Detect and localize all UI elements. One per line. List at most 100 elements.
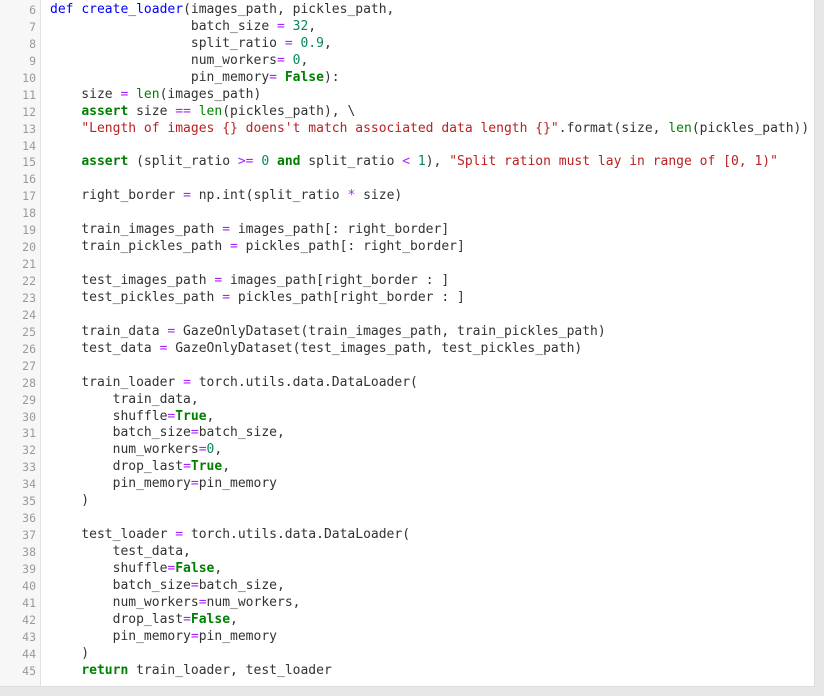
code-token: num_workers bbox=[50, 52, 277, 68]
code-token: = bbox=[276, 52, 285, 68]
code-token: = bbox=[276, 18, 285, 34]
code-token: test_data bbox=[50, 340, 160, 356]
code-token: drop_last bbox=[50, 459, 184, 475]
code-line[interactable]: 22 test_images_path = images_path[right_… bbox=[0, 273, 814, 290]
code-token: batch_size bbox=[50, 425, 191, 441]
code-token: pin_memory bbox=[198, 628, 277, 644]
code-token: train_pickles_path bbox=[50, 239, 231, 255]
code-line[interactable]: 18 bbox=[0, 205, 814, 222]
line-code: test_data = GazeOnlyDataset(test_images_… bbox=[50, 341, 582, 358]
line-code: pin_memory= False): bbox=[50, 70, 340, 87]
code-token: "Length of images {} doens't match assoc… bbox=[81, 120, 559, 136]
line-number: 32 bbox=[22, 443, 36, 458]
code-line[interactable]: 11 size = len(images_path) bbox=[0, 87, 814, 104]
code-line[interactable]: 45 return train_loader, test_loader bbox=[0, 663, 814, 680]
code-line[interactable]: 20 train_pickles_path = pickles_path[: r… bbox=[0, 239, 814, 256]
code-line[interactable]: 15 assert (split_ratio >= 0 and split_ra… bbox=[0, 154, 814, 171]
line-number: 33 bbox=[22, 460, 36, 475]
code-token: pickles_path[: right_border] bbox=[237, 239, 465, 255]
code-line[interactable]: 19 train_images_path = images_path[: rig… bbox=[0, 222, 814, 239]
code-token: = bbox=[198, 442, 207, 458]
code-line[interactable]: 21 bbox=[0, 256, 814, 273]
code-line[interactable]: 30 shuffle=True, bbox=[0, 409, 814, 426]
code-line[interactable]: 34 pin_memory=pin_memory bbox=[0, 476, 814, 493]
code-token: batch_size, bbox=[198, 577, 285, 593]
code-line[interactable]: 9 num_workers= 0, bbox=[0, 53, 814, 70]
code-line[interactable]: 13 "Length of images {} doens't match as… bbox=[0, 121, 814, 138]
code-line[interactable]: 40 batch_size=batch_size, bbox=[0, 578, 814, 595]
code-token: , bbox=[308, 18, 317, 34]
code-token: = bbox=[284, 35, 293, 51]
line-number: 26 bbox=[22, 341, 36, 356]
code-token: GazeOnlyDataset(test_images_path, test_p… bbox=[167, 340, 583, 356]
code-line[interactable]: 10 pin_memory= False): bbox=[0, 70, 814, 87]
code-line[interactable]: 29 train_data, bbox=[0, 392, 814, 409]
code-token: test_data, bbox=[50, 544, 191, 559]
code-line[interactable]: 38 test_data, bbox=[0, 544, 814, 561]
code-token: False bbox=[284, 69, 324, 85]
code-token: torch.utils.data.DataLoader( bbox=[190, 374, 418, 390]
code-line[interactable]: 37 test_loader = torch.utils.data.DataLo… bbox=[0, 527, 814, 544]
code-line[interactable]: 7 batch_size = 32, bbox=[0, 19, 814, 36]
code-line[interactable]: 42 drop_last=False, bbox=[0, 612, 814, 629]
code-token: True bbox=[190, 459, 223, 475]
code-line[interactable]: 27 bbox=[0, 358, 814, 375]
line-code: pin_memory=pin_memory bbox=[50, 476, 277, 493]
code-token: == bbox=[175, 103, 191, 119]
line-number: 29 bbox=[22, 392, 36, 407]
code-line[interactable]: 26 test_data = GazeOnlyDataset(test_imag… bbox=[0, 341, 814, 358]
line-number: 7 bbox=[29, 19, 36, 34]
code-token: , bbox=[300, 52, 309, 68]
code-line[interactable]: 33 drop_last=True, bbox=[0, 459, 814, 476]
code-line[interactable]: 17 right_border = np.int(split_ratio * s… bbox=[0, 188, 814, 205]
line-number: 38 bbox=[22, 545, 36, 559]
code-line[interactable]: 43 pin_memory=pin_memory bbox=[0, 629, 814, 646]
code-token: create_loader bbox=[81, 2, 184, 17]
code-editor[interactable]: 6 def create_loader(images_path, pickles_… bbox=[0, 0, 815, 687]
code-token: np.int(split_ratio bbox=[190, 188, 348, 204]
code-line[interactable]: 41 num_workers=num_workers, bbox=[0, 595, 814, 612]
code-line[interactable]: 12 assert size == len(pickles_path), \ bbox=[0, 104, 814, 121]
line-number: 22 bbox=[22, 274, 36, 288]
line-code: "Length of images {} doens't match assoc… bbox=[50, 121, 809, 138]
code-line[interactable]: 28 train_loader = torch.utils.data.DataL… bbox=[0, 375, 814, 392]
code-token: GazeOnlyDataset(train_images_path, train… bbox=[175, 323, 606, 339]
code-line[interactable]: 35 ) bbox=[0, 493, 814, 510]
code-token: pin_memory bbox=[50, 628, 191, 644]
code-line[interactable]: 23 test_pickles_path = pickles_path[righ… bbox=[0, 290, 814, 307]
code-lines: 6 def create_loader(images_path, pickles_… bbox=[0, 2, 814, 680]
code-token: = bbox=[269, 69, 277, 85]
code-token: = bbox=[183, 188, 191, 204]
line-code: batch_size = 32, bbox=[50, 19, 316, 36]
code-line[interactable]: 6 def create_loader(images_path, pickles_… bbox=[0, 2, 814, 19]
code-token: num_workers bbox=[50, 442, 199, 458]
line-code: assert (split_ratio >= 0 and split_ratio… bbox=[50, 154, 778, 171]
line-number: 9 bbox=[29, 53, 36, 68]
line-code: shuffle=False, bbox=[50, 561, 223, 578]
code-token: = bbox=[183, 459, 191, 475]
code-token: train_data, bbox=[50, 391, 199, 407]
code-token: train_data bbox=[50, 323, 168, 339]
line-number: 15 bbox=[22, 155, 36, 170]
code-line[interactable]: 31 batch_size=batch_size, bbox=[0, 425, 814, 442]
code-line[interactable]: 16 bbox=[0, 171, 814, 188]
code-line[interactable]: 14 bbox=[0, 138, 814, 155]
code-token: = bbox=[198, 594, 207, 610]
code-token: size bbox=[128, 103, 176, 119]
code-line[interactable]: 24 bbox=[0, 307, 814, 324]
code-line[interactable]: 44 ) bbox=[0, 646, 814, 663]
code-token: batch_size bbox=[50, 577, 191, 593]
code-token: 32 bbox=[292, 18, 309, 34]
code-line[interactable]: 32 num_workers=0, bbox=[0, 442, 814, 459]
code-token: size) bbox=[355, 188, 403, 204]
code-token: num_workers bbox=[50, 594, 199, 610]
code-line[interactable]: 39 shuffle=False, bbox=[0, 561, 814, 578]
code-line[interactable]: 25 train_data = GazeOnlyDataset(train_im… bbox=[0, 324, 814, 341]
code-token: train_images_path bbox=[50, 222, 223, 238]
code-line[interactable]: 8 split_ratio = 0.9, bbox=[0, 36, 814, 53]
code-token: (split_ratio bbox=[128, 154, 238, 170]
code-token: batch_size, bbox=[198, 425, 285, 441]
code-line[interactable]: 36 bbox=[0, 510, 814, 527]
